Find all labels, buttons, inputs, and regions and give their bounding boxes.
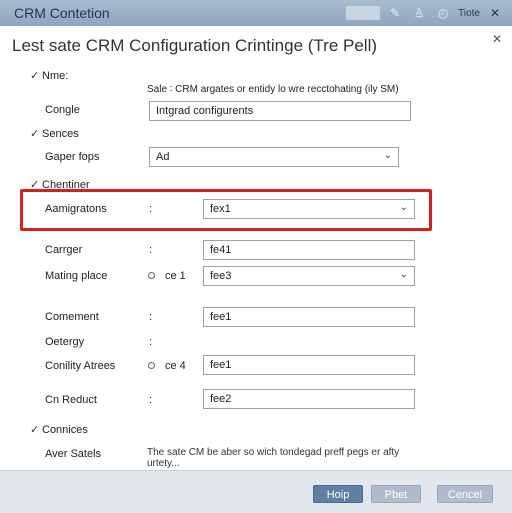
- aamigrations-label: Aamigratons: [45, 203, 107, 215]
- conility-value: fee1: [210, 359, 232, 371]
- help-link[interactable]: Tiote: [458, 8, 480, 19]
- edit-icon[interactable]: ✎: [386, 4, 404, 22]
- close-icon[interactable]: ✕: [486, 4, 504, 22]
- dialog-close-icon[interactable]: ✕: [492, 32, 502, 46]
- aversatels-label: Aver Satels: [45, 448, 102, 460]
- user-icon[interactable]: ♙: [410, 4, 428, 22]
- connices-label: Connices: [42, 424, 88, 436]
- comement-label: Comement: [45, 311, 99, 323]
- title-bar-controls: ✎ ♙ ◴ Tiote ✕: [346, 4, 504, 22]
- note-text: The sate CM be aber so wich tondegad pre…: [147, 447, 400, 469]
- mating-radio-label: ce 1: [165, 270, 186, 282]
- help-button[interactable]: Hoip: [313, 485, 363, 503]
- sences-label: Sences: [42, 128, 79, 140]
- mating-select[interactable]: fee3 ⌄: [203, 266, 415, 286]
- congle-value: Intgrad configurents: [156, 105, 254, 117]
- intro-text: Sale ∶ CRM argates or entidy lo wre recc…: [147, 84, 399, 95]
- carrger-input[interactable]: fe41: [203, 240, 415, 260]
- mating-value: fee3: [210, 270, 232, 282]
- check-icon: ✓: [30, 128, 40, 140]
- cnreduct-input[interactable]: fee2: [203, 389, 415, 409]
- congle-label: Congle: [45, 104, 80, 116]
- crm-dialog-window: CRM Contetion ✎ ♙ ◴ Tiote ✕ Lest sate CR…: [0, 0, 512, 513]
- mating-label: Mating place: [45, 270, 108, 282]
- check-icon: ✓: [30, 424, 40, 436]
- cnreduct-label: Cn Reduct: [45, 394, 97, 406]
- comement-input[interactable]: fee1: [203, 307, 415, 327]
- check-icon: ✓: [30, 70, 40, 82]
- name-label: Nme:: [42, 70, 69, 82]
- colon: :: [149, 311, 153, 323]
- aamigrations-value: fex1: [210, 203, 231, 215]
- mating-radio[interactable]: [148, 272, 155, 279]
- conility-input[interactable]: fee1: [203, 355, 415, 375]
- congle-input[interactable]: Intgrad configurents: [149, 101, 411, 121]
- cancel-button[interactable]: Cencel: [437, 485, 493, 503]
- title-bar: CRM Contetion ✎ ♙ ◴ Tiote ✕: [0, 0, 512, 26]
- chevron-down-icon: ⌄: [399, 202, 408, 213]
- colon: :: [149, 203, 153, 215]
- dialog-heading: Lest sate CRM Configuration Crintinge (T…: [12, 36, 378, 55]
- carrger-label: Carrger: [45, 244, 83, 256]
- cnreduct-value: fee2: [210, 393, 232, 405]
- conility-radio-label: ce 4: [165, 360, 186, 372]
- gaper-value: Ad: [156, 151, 170, 163]
- window-title: CRM Contetion: [14, 5, 110, 21]
- chevron-down-icon: ⌄: [383, 150, 392, 161]
- colon: :: [149, 394, 153, 406]
- help-icon[interactable]: ◴: [434, 4, 452, 22]
- conility-radio[interactable]: [148, 362, 155, 369]
- carrger-value: fe41: [210, 244, 232, 256]
- dialog-footer: [0, 470, 512, 513]
- colon: :: [149, 336, 153, 348]
- gaper-select[interactable]: Ad ⌄: [149, 147, 399, 167]
- start-button[interactable]: Pbet: [371, 485, 421, 503]
- colon: :: [149, 244, 153, 256]
- aamigrations-select[interactable]: fex1 ⌄: [203, 199, 415, 219]
- comement-value: fee1: [210, 311, 232, 323]
- oetergy-label: Oetergy: [45, 336, 85, 348]
- gaper-label: Gaper fops: [45, 151, 100, 163]
- conility-label: Conility Atrees: [45, 360, 116, 372]
- window-icon[interactable]: [346, 6, 381, 20]
- chevron-down-icon: ⌄: [399, 269, 408, 280]
